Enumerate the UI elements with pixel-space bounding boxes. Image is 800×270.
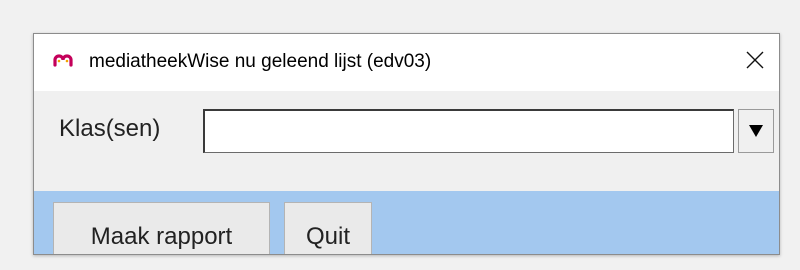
maak-rapport-button[interactable]: Maak rapport (53, 202, 270, 254)
klas-dropdown-button[interactable] (738, 109, 774, 153)
mediatheekwise-logo-icon (52, 53, 74, 67)
window-title: mediatheekWise nu geleend lijst (edv03) (89, 51, 432, 72)
quit-button[interactable]: Quit (284, 202, 372, 254)
klas-input[interactable] (203, 109, 734, 153)
form-area: Klas(sen) (34, 91, 779, 191)
close-button[interactable] (735, 40, 775, 80)
klas-label: Klas(sen) (59, 115, 161, 142)
button-bar: Maak rapport Quit (34, 191, 779, 254)
triangle-down-icon (749, 125, 763, 137)
app-window: mediatheekWise nu geleend lijst (edv03) … (33, 33, 780, 255)
title-bar: mediatheekWise nu geleend lijst (edv03) (34, 34, 779, 91)
close-icon (746, 51, 764, 69)
